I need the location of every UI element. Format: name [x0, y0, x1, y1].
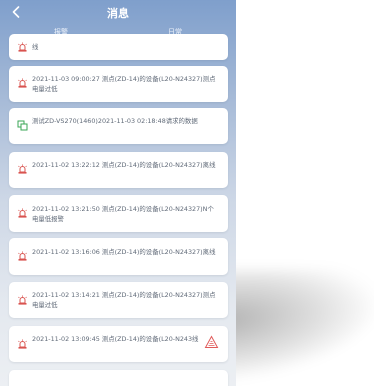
message-list[interactable]: 线 2021-11-03 09:00:27 测点(ZD-14)的设备(L20-N… [0, 34, 236, 386]
alarm-siren-icon [18, 78, 27, 88]
alarm-siren-icon [18, 339, 27, 349]
message-card[interactable] [9, 370, 228, 386]
message-text: 2021-11-02 13:21:50 测点(ZD-14)的设备(L20-N24… [32, 205, 214, 223]
alarm-siren-icon [18, 42, 27, 52]
message-card[interactable]: 测试ZD-VS270(1460)2021-11-03 02:18:48请求的数据 [9, 108, 228, 144]
message-card[interactable]: 2021-11-02 13:14:21 测点(ZD-14)的设备(L20-N24… [9, 282, 228, 318]
page-title: 消息 [107, 7, 129, 20]
message-text: 测试ZD-VS270(1460)2021-11-03 02:18:48请求的数据 [32, 117, 198, 125]
message-text: 线 [32, 43, 39, 51]
alarm-siren-icon [18, 208, 27, 218]
message-text: 2021-11-02 13:09:45 测点(ZD-14)的设备(L20-N24… [32, 335, 199, 343]
message-card[interactable]: 2021-11-02 13:21:50 测点(ZD-14)的设备(L20-N24… [9, 195, 228, 232]
message-text: 2021-11-02 13:16:06 测点(ZD-14)的设备(L20-N24… [32, 248, 216, 256]
message-card[interactable]: 线 [9, 34, 228, 60]
alarm-siren-icon [18, 295, 27, 305]
message-text: 2021-11-03 09:00:27 测点(ZD-14)的设备(L20-N24… [32, 75, 216, 93]
message-card[interactable]: 2021-11-02 13:16:06 测点(ZD-14)的设备(L20-N24… [9, 238, 228, 275]
processed-stamp-icon [204, 335, 219, 348]
message-card[interactable]: 2021-11-03 09:00:27 测点(ZD-14)的设备(L20-N24… [9, 66, 228, 102]
nav-bar: 消息 [0, 0, 236, 26]
message-card[interactable]: 2021-11-02 13:22:12 测点(ZD-14)的设备(L20-N24… [9, 152, 228, 188]
message-card[interactable]: 2021-11-02 13:09:45 测点(ZD-14)的设备(L20-N24… [9, 326, 228, 362]
message-text: 2021-11-02 13:14:21 测点(ZD-14)的设备(L20-N24… [32, 291, 216, 309]
alarm-siren-icon [18, 164, 27, 174]
alarm-siren-icon [18, 251, 27, 261]
phone-screen: 消息 报警 日常 线 2021-11-03 09:00:27 测点(ZD-14)… [0, 0, 236, 386]
message-text: 2021-11-02 13:22:12 测点(ZD-14)的设备(L20-N24… [32, 161, 216, 169]
device-copy-icon [17, 120, 28, 131]
